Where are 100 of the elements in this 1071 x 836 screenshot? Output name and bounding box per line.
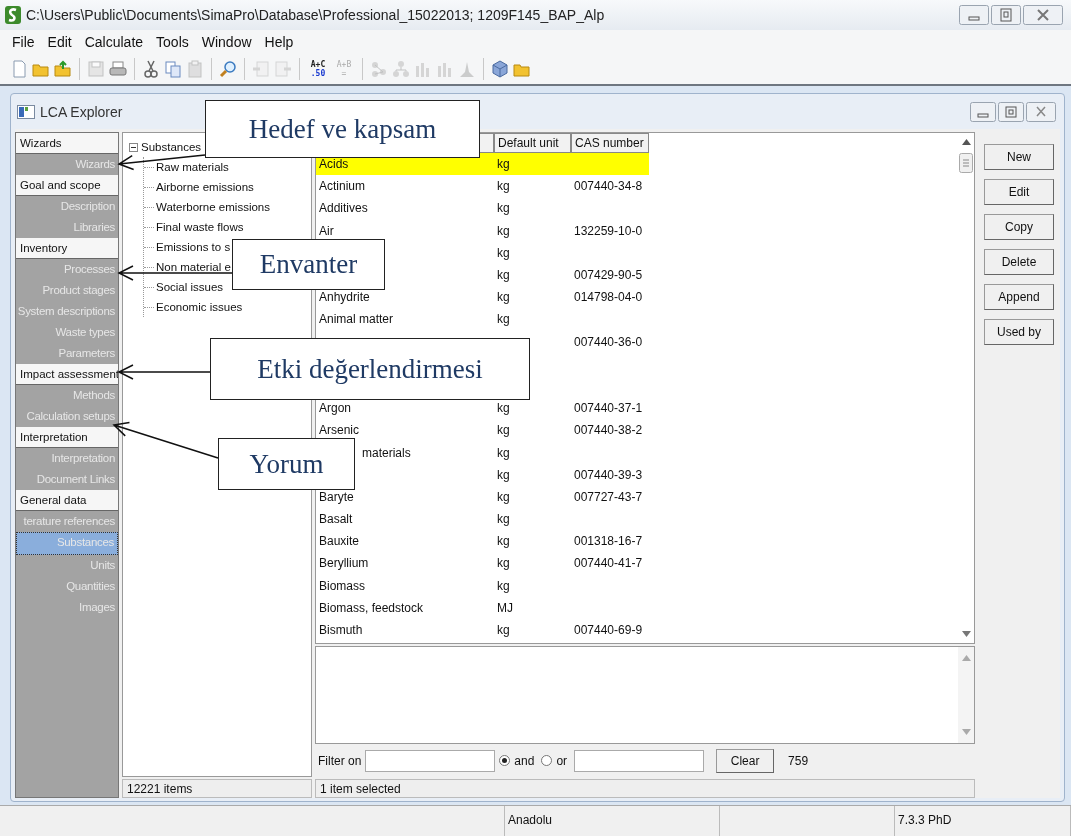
action-button[interactable]: Copy: [984, 214, 1054, 240]
table-cell: Baryte: [319, 489, 354, 504]
action-button[interactable]: Append: [984, 284, 1054, 310]
radio-label[interactable]: or: [556, 753, 568, 768]
table-cell: materials: [362, 445, 411, 460]
window-title: LCA Explorer: [40, 103, 123, 120]
scrollbar[interactable]: [958, 647, 974, 743]
collapse-icon[interactable]: [129, 142, 138, 152]
action-button[interactable]: New: [984, 144, 1054, 170]
menu-item[interactable]: Help: [264, 34, 294, 50]
scroll-up-icon[interactable]: [961, 139, 971, 145]
table-row[interactable]: Additives kg: [316, 197, 649, 220]
table-row[interactable]: Animal matter kg: [316, 308, 649, 331]
folder-arrow-icon[interactable]: [54, 60, 72, 78]
table-cell: 007727-43-7: [574, 489, 643, 504]
search-icon[interactable]: [219, 60, 237, 78]
table-row[interactable]: Bauxite kg 001318-16-7: [316, 530, 649, 553]
restore-icon[interactable]: [998, 101, 1024, 122]
radio-button[interactable]: [541, 755, 553, 766]
document-icon[interactable]: [10, 60, 28, 78]
table-cell: Air: [319, 223, 334, 238]
menu-item[interactable]: Window: [201, 34, 252, 50]
status-text: Anadolu: [505, 806, 720, 836]
printer-icon[interactable]: [109, 60, 127, 78]
action-button[interactable]: Used by: [984, 319, 1054, 345]
table-cell: Beryllium: [319, 556, 369, 571]
table-cell: kg: [497, 489, 510, 504]
table-row[interactable]: Bismuth kg 007440-69-9: [316, 618, 649, 642]
table-cell: Argon: [319, 401, 352, 416]
item-count: 12221 items: [122, 779, 312, 798]
radio-label[interactable]: and: [514, 753, 535, 768]
scroll-thumb[interactable]: [959, 153, 973, 173]
table-cell: Animal matter: [319, 312, 394, 327]
table-cell: kg: [497, 623, 510, 638]
selection-status: 1 item selected: [315, 779, 975, 798]
table-row[interactable]: Biomass, feedstock MJ: [316, 596, 649, 619]
tree-item[interactable]: Airborne emissions: [156, 181, 254, 193]
table-cell: 014798-04-0: [574, 290, 643, 305]
table-row[interactable]: Basalt kg: [316, 508, 649, 531]
close-icon[interactable]: [1023, 5, 1063, 25]
table-row[interactable]: Argon kg 007440-37-1: [316, 397, 649, 420]
sidebar-section[interactable]: General data: [16, 490, 118, 511]
table-cell: Bismuth: [319, 623, 363, 638]
scissors-icon[interactable]: [142, 60, 160, 78]
table-cell: 007440-34-8: [574, 179, 643, 194]
callout-tooltip: Yorum: [218, 438, 355, 490]
table-cell: 007440-38-2: [574, 423, 643, 438]
column-header[interactable]: CAS number: [571, 133, 649, 153]
tree-item[interactable]: Economic issues: [156, 301, 243, 313]
filter-field[interactable]: [365, 749, 496, 772]
table-cell: kg: [497, 578, 510, 593]
scroll-down-icon[interactable]: [961, 631, 971, 637]
minimize-icon[interactable]: [959, 5, 989, 25]
copy-icon[interactable]: [164, 60, 182, 78]
menu-item[interactable]: Calculate: [84, 34, 144, 50]
table-cell: 007440-39-3: [574, 467, 643, 482]
menu-item[interactable]: Tools: [156, 34, 189, 50]
table-cell: 007440-36-0: [574, 334, 643, 349]
restore-icon[interactable]: [991, 5, 1021, 25]
close-icon[interactable]: [1026, 101, 1056, 122]
tree-item[interactable]: Final waste flows: [156, 221, 244, 233]
table-row[interactable]: Actinium kg 007440-34-8: [316, 175, 649, 198]
table-cell: kg: [497, 179, 510, 194]
sidebar-section[interactable]: Inventory: [16, 238, 118, 259]
tree-item[interactable]: Waterborne emissions: [156, 201, 270, 213]
scroll-down-icon[interactable]: [961, 729, 971, 735]
menu-item[interactable]: File: [12, 34, 35, 50]
tree-item[interactable]: Emissions to s: [156, 241, 231, 253]
sidebar-section[interactable]: Goal and scope: [16, 175, 118, 196]
table-cell: kg: [497, 157, 510, 172]
clear-button[interactable]: Clear: [716, 748, 775, 773]
table-cell: Actinium: [319, 179, 365, 194]
sidebar-section[interactable]: Interpretation: [16, 427, 118, 448]
tree-item[interactable]: Non material e: [156, 261, 231, 273]
table-cell: 007440-41-7: [574, 556, 643, 571]
table-row[interactable]: Biomass kg: [316, 574, 649, 597]
table-cell: MJ: [497, 600, 513, 615]
table-cell: Bauxite: [319, 534, 360, 549]
result-count: 759: [788, 753, 809, 768]
cube-icon[interactable]: [491, 60, 509, 78]
tree-item[interactable]: Substances: [141, 141, 202, 153]
table-row[interactable]: Beryllium kg 007440-41-7: [316, 552, 649, 575]
minimize-icon[interactable]: [970, 101, 996, 122]
action-button[interactable]: Delete: [984, 249, 1054, 275]
callout-tooltip: Etki değerlendirmesi: [210, 338, 530, 400]
table-cell: kg: [497, 512, 510, 527]
action-button[interactable]: Edit: [984, 179, 1054, 205]
formula-button[interactable]: A+C .50: [307, 60, 329, 78]
table-cell: 132259-10-0: [574, 223, 643, 238]
table-cell: 007440-37-1: [574, 401, 643, 416]
menu-item[interactable]: Edit: [47, 34, 72, 50]
radio-button[interactable]: [499, 755, 511, 766]
filter-field[interactable]: [574, 749, 705, 772]
sidebar-section[interactable]: Wizards: [16, 133, 118, 154]
table-cell: Additives: [319, 201, 368, 216]
tree-item[interactable]: Social issues: [156, 281, 224, 293]
table-row[interactable]: Air kg 132259-10-0: [316, 219, 649, 242]
column-header[interactable]: Default unit: [494, 133, 571, 153]
table-cell: kg: [497, 423, 510, 438]
tree-item[interactable]: Raw materials: [156, 161, 229, 173]
